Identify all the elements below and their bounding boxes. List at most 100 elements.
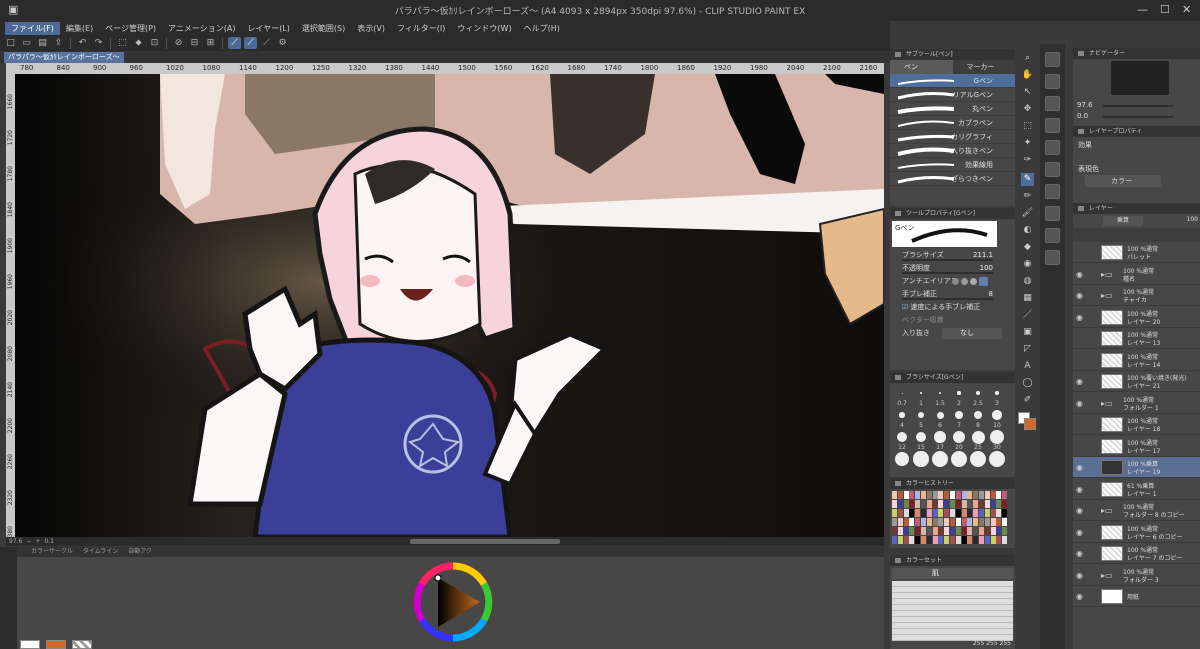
history-color-chip[interactable] (926, 500, 932, 508)
history-color-chip[interactable] (1002, 536, 1008, 544)
history-color-chip[interactable] (979, 509, 984, 517)
history-color-chip[interactable] (892, 509, 897, 517)
brush-size-dot[interactable] (915, 431, 927, 443)
taper-select[interactable]: なし (942, 328, 1002, 339)
gradient-tool-icon[interactable]: ▦ (1021, 292, 1034, 305)
brush-size-dot[interactable] (899, 412, 905, 418)
history-color-chip[interactable] (996, 527, 1002, 535)
command-button[interactable] (1045, 250, 1060, 265)
navigator-zoom[interactable]: 97.6 (1077, 101, 1093, 109)
history-color-chip[interactable] (938, 491, 944, 499)
brush-size-row[interactable]: ブラシサイズ 211.1 (890, 249, 1015, 262)
history-color-chip[interactable] (996, 491, 1002, 499)
brush-item[interactable]: リアルGペン (890, 88, 1015, 102)
stabilization-row[interactable]: 手ブレ補正 8 (890, 288, 1015, 301)
history-color-chip[interactable] (915, 518, 921, 526)
menu-layer[interactable]: レイヤー(L) (241, 22, 295, 35)
text-tool-icon[interactable]: A (1021, 360, 1034, 373)
layer-row[interactable]: ◉ ▸▭ 100 %通常 フォルダー 1 (1073, 393, 1200, 414)
eraser-icon[interactable]: ◆ (1021, 241, 1034, 254)
tab-auto-action[interactable]: 自動アク (128, 547, 152, 557)
history-color-chip[interactable] (984, 500, 990, 508)
history-color-chip[interactable] (903, 527, 909, 535)
redo-icon[interactable]: ↷ (92, 37, 105, 49)
history-color-chip[interactable] (915, 491, 921, 499)
brush-item[interactable]: カリグラフィ (890, 130, 1015, 144)
tab-color-circle[interactable]: カラーサークル (31, 547, 73, 557)
horizontal-scrollbar[interactable] (410, 539, 560, 544)
history-color-chip[interactable] (944, 536, 950, 544)
stroke-icon[interactable]: ⟋ (228, 37, 241, 49)
close-icon[interactable]: ✕ (1182, 3, 1191, 16)
visibility-eye-icon[interactable]: ◉ (1076, 463, 1083, 472)
history-color-chip[interactable] (984, 509, 990, 517)
history-color-chip[interactable] (996, 518, 1002, 526)
selection-tool-icon[interactable]: ⬚ (1021, 120, 1034, 133)
history-color-chip[interactable] (967, 491, 973, 499)
history-color-chip[interactable] (921, 527, 926, 535)
history-color-chip[interactable] (909, 518, 915, 526)
balloon-tool-icon[interactable]: ◯ (1021, 377, 1034, 390)
history-color-chip[interactable] (973, 491, 979, 499)
history-color-chip[interactable] (984, 527, 990, 535)
history-color-chip[interactable] (979, 491, 984, 499)
history-color-chip[interactable] (990, 491, 996, 499)
folder-icon[interactable]: ▸▭ (1101, 270, 1113, 279)
drawing-canvas[interactable] (15, 74, 884, 537)
history-color-chip[interactable] (967, 509, 973, 517)
history-color-chip[interactable] (932, 491, 938, 499)
history-color-chip[interactable] (1002, 518, 1008, 526)
vector-snap-row[interactable]: ベクター吸着 (890, 314, 1015, 327)
hand-tool-icon[interactable]: ✋ (1021, 69, 1034, 82)
operation-tool-icon[interactable]: ↖ (1021, 86, 1034, 99)
brush-size-dot[interactable] (936, 411, 944, 419)
color-set-grid[interactable] (892, 581, 1013, 641)
history-color-chip[interactable] (903, 518, 909, 526)
command-button[interactable] (1045, 52, 1060, 67)
save-icon[interactable]: ▤ (36, 37, 49, 49)
history-color-chip[interactable] (897, 509, 903, 517)
brush-item[interactable]: Gペン (890, 74, 1015, 88)
history-color-chip[interactable] (961, 518, 967, 526)
brush-size-dot[interactable] (973, 410, 983, 420)
folder-icon[interactable]: ▸▭ (1101, 399, 1113, 408)
minimize-icon[interactable]: — (1137, 3, 1148, 16)
sub-color-chip[interactable] (1024, 418, 1036, 430)
brush-size-dot[interactable] (989, 451, 1005, 467)
history-color-chip[interactable] (897, 491, 903, 499)
stroke-correct-icon[interactable]: ⟋ (244, 37, 257, 49)
brush-size-dot[interactable] (990, 430, 1004, 444)
zoom-in-icon[interactable]: + (35, 538, 40, 545)
history-color-chip[interactable] (967, 527, 973, 535)
visibility-eye-icon[interactable]: ◉ (1076, 571, 1083, 580)
command-button[interactable] (1045, 118, 1060, 133)
history-color-chip[interactable] (1002, 500, 1008, 508)
history-color-chip[interactable] (967, 536, 973, 544)
history-color-chip[interactable] (955, 500, 961, 508)
clear-icon[interactable]: ⬥ (132, 37, 145, 49)
snap-off-icon[interactable]: ⊘ (172, 37, 185, 49)
document-tab[interactable]: パラパラ〜仮ｶﾘレインボーローズ〜 (4, 52, 124, 63)
history-color-chip[interactable] (973, 527, 979, 535)
brush-item[interactable]: 効果線用 (890, 158, 1015, 172)
visibility-eye-icon[interactable]: ◉ (1076, 506, 1083, 515)
brush-size-dot[interactable] (917, 411, 925, 419)
brush-size-dot[interactable] (952, 430, 966, 444)
folder-icon[interactable]: ▸▭ (1101, 291, 1113, 300)
navigator-thumbnail[interactable] (1111, 61, 1169, 95)
history-color-chip[interactable] (984, 491, 990, 499)
auto-select-icon[interactable]: ✦ (1021, 137, 1034, 150)
layer-row[interactable]: ◉ ▸▭ 100 %通常 フォルダー 8 のコピー (1073, 500, 1200, 521)
history-color-chip[interactable] (990, 518, 996, 526)
history-color-chip[interactable] (921, 491, 926, 499)
history-color-chip[interactable] (897, 500, 903, 508)
expression-color-select[interactable]: カラー (1085, 175, 1161, 187)
layer-row[interactable]: ◉ 用紙 (1073, 586, 1200, 607)
history-color-chip[interactable] (955, 509, 961, 517)
snap-ruler-icon[interactable]: ⊟ (188, 37, 201, 49)
move-tool-icon[interactable]: ✥ (1021, 103, 1034, 116)
history-color-chip[interactable] (990, 536, 996, 544)
history-color-chip[interactable] (990, 527, 996, 535)
stabilization-slider[interactable] (902, 298, 993, 300)
brush-size-dot[interactable] (932, 451, 948, 467)
